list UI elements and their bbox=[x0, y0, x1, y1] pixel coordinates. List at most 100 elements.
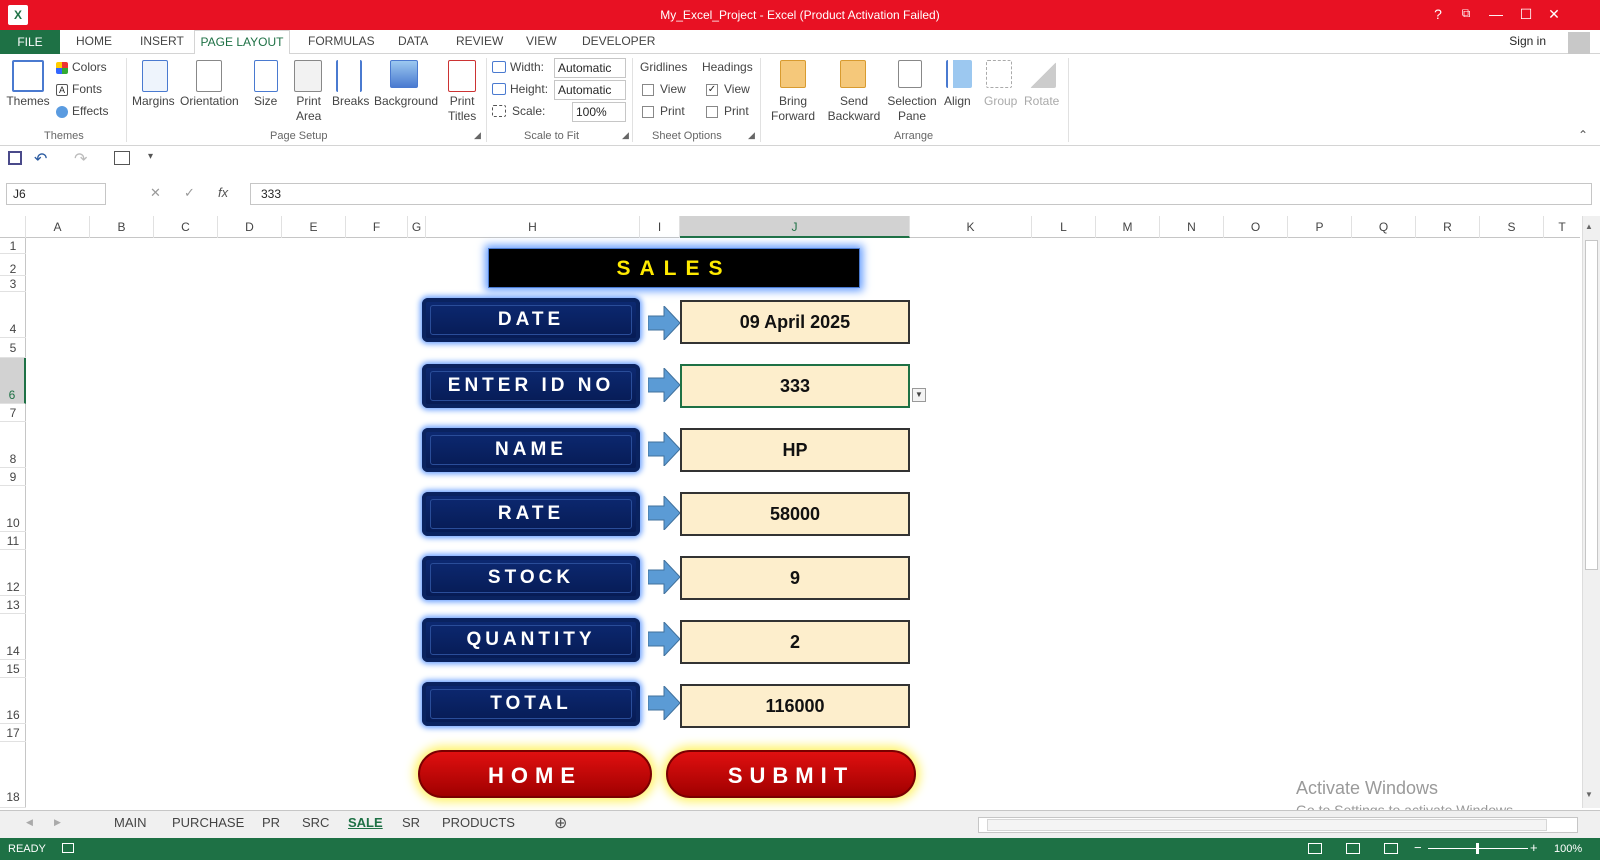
tab-page-layout[interactable]: PAGE LAYOUT bbox=[194, 30, 290, 55]
column-header-selected[interactable]: J bbox=[680, 216, 910, 238]
quantity-value-cell[interactable]: 2 bbox=[680, 620, 910, 664]
row-header[interactable]: 4 bbox=[0, 292, 26, 338]
column-header[interactable]: N bbox=[1160, 216, 1224, 238]
column-header[interactable]: K bbox=[910, 216, 1032, 238]
headings-view-checkbox[interactable]: ✓ bbox=[706, 84, 718, 96]
sheet-tab[interactable]: MAIN bbox=[114, 815, 147, 830]
row-header-selected[interactable]: 6 bbox=[0, 358, 26, 404]
tab-file[interactable]: FILE bbox=[0, 30, 60, 54]
home-button[interactable]: HOME bbox=[418, 750, 652, 798]
row-header[interactable]: 3 bbox=[0, 276, 26, 292]
sheet-tab-active[interactable]: SALE bbox=[348, 815, 383, 830]
row-header[interactable]: 15 bbox=[0, 660, 26, 678]
select-all-corner[interactable] bbox=[0, 216, 26, 238]
macro-recording-icon[interactable] bbox=[62, 843, 74, 853]
column-header[interactable]: R bbox=[1416, 216, 1480, 238]
sheet-tab[interactable]: SR bbox=[402, 815, 420, 830]
column-header[interactable]: T bbox=[1544, 216, 1580, 238]
print-area-button[interactable]: Print Area bbox=[296, 94, 321, 124]
undo-icon[interactable]: ↶ bbox=[34, 149, 47, 169]
group-button[interactable]: Group bbox=[984, 94, 1017, 109]
row-header[interactable]: 5 bbox=[0, 338, 26, 358]
row-header[interactable]: 12 bbox=[0, 550, 26, 596]
normal-view-icon[interactable] bbox=[1308, 843, 1322, 854]
send-backward-button[interactable]: Send Backward bbox=[824, 94, 884, 124]
submit-button[interactable]: SUBMIT bbox=[666, 750, 916, 798]
height-select[interactable]: Automatic bbox=[554, 80, 626, 100]
tab-home[interactable]: HOME bbox=[76, 34, 112, 48]
cell-dropdown-arrow-icon[interactable]: ▼ bbox=[912, 388, 926, 402]
bring-forward-button[interactable]: Bring Forward bbox=[766, 94, 820, 124]
sheet-tab[interactable]: PURCHASE bbox=[172, 815, 244, 830]
tab-developer[interactable]: DEVELOPER bbox=[582, 34, 655, 48]
horizontal-scrollbar[interactable] bbox=[978, 817, 1578, 833]
headings-print-checkbox[interactable] bbox=[706, 106, 718, 118]
zoom-out-icon[interactable]: − bbox=[1414, 840, 1422, 855]
horizontal-scroll-thumb[interactable] bbox=[987, 819, 1547, 831]
cancel-formula-icon[interactable]: ✕ bbox=[150, 185, 161, 201]
column-header[interactable]: O bbox=[1224, 216, 1288, 238]
rate-label-button[interactable]: RATE bbox=[422, 492, 640, 536]
column-header[interactable]: H bbox=[426, 216, 640, 238]
column-header[interactable]: E bbox=[282, 216, 346, 238]
scroll-down-icon[interactable]: ▼ bbox=[1585, 790, 1593, 799]
name-label-button[interactable]: NAME bbox=[422, 428, 640, 472]
rate-value-cell[interactable]: 58000 bbox=[680, 492, 910, 536]
customize-qat-icon[interactable]: ▾ bbox=[148, 151, 153, 162]
prev-sheet-icon[interactable]: ◀ bbox=[26, 817, 33, 828]
row-header[interactable]: 13 bbox=[0, 596, 26, 614]
redo-icon[interactable]: ↷ bbox=[74, 149, 87, 169]
sheet-options-dialog-launcher[interactable]: ◢ bbox=[748, 130, 755, 141]
restore-button[interactable]: ☐ bbox=[1514, 6, 1538, 23]
row-header[interactable]: 18 bbox=[0, 742, 26, 808]
column-header[interactable]: B bbox=[90, 216, 154, 238]
date-value-cell[interactable]: 09 April 2025 bbox=[680, 300, 910, 344]
row-header[interactable]: 11 bbox=[0, 532, 26, 550]
gridlines-view-checkbox[interactable] bbox=[642, 84, 654, 96]
orientation-button[interactable]: Orientation bbox=[180, 94, 239, 109]
colors-button[interactable]: Colors bbox=[72, 60, 107, 75]
enter-formula-icon[interactable]: ✓ bbox=[184, 185, 195, 201]
help-button[interactable]: ? bbox=[1426, 6, 1450, 22]
stock-label-button[interactable]: STOCK bbox=[422, 556, 640, 600]
column-header[interactable]: P bbox=[1288, 216, 1352, 238]
selection-pane-button[interactable]: Selection Pane bbox=[884, 94, 940, 124]
sign-in-link[interactable]: Sign in bbox=[1509, 34, 1546, 48]
date-label-button[interactable]: DATE bbox=[422, 298, 640, 342]
id-value-cell[interactable]: 333 bbox=[680, 364, 910, 408]
sheet-tab[interactable]: PRODUCTS bbox=[442, 815, 515, 830]
tab-review[interactable]: REVIEW bbox=[456, 34, 503, 48]
column-header[interactable]: L bbox=[1032, 216, 1096, 238]
fonts-button[interactable]: Fonts bbox=[72, 82, 102, 97]
gridlines-print-checkbox[interactable] bbox=[642, 106, 654, 118]
save-icon[interactable] bbox=[8, 151, 22, 165]
tab-insert[interactable]: INSERT bbox=[140, 34, 184, 48]
sheet-tab[interactable]: SRC bbox=[302, 815, 329, 830]
row-header[interactable]: 10 bbox=[0, 486, 26, 532]
total-value-cell[interactable]: 116000 bbox=[680, 684, 910, 728]
scale-dialog-launcher[interactable]: ◢ bbox=[622, 130, 629, 141]
tab-view[interactable]: VIEW bbox=[526, 34, 557, 48]
zoom-in-icon[interactable]: + bbox=[1530, 840, 1538, 855]
column-header[interactable]: F bbox=[346, 216, 408, 238]
stock-value-cell[interactable]: 9 bbox=[680, 556, 910, 600]
column-header[interactable]: M bbox=[1096, 216, 1160, 238]
align-button[interactable]: Align bbox=[944, 94, 971, 109]
width-select[interactable]: Automatic bbox=[554, 58, 626, 78]
page-break-view-icon[interactable] bbox=[1384, 843, 1398, 854]
total-label-button[interactable]: TOTAL bbox=[422, 682, 640, 726]
scroll-up-icon[interactable]: ▲ bbox=[1585, 222, 1593, 231]
sheet-tab[interactable]: PR bbox=[262, 815, 280, 830]
page-setup-dialog-launcher[interactable]: ◢ bbox=[474, 130, 481, 141]
next-sheet-icon[interactable]: ▶ bbox=[54, 817, 61, 828]
tab-formulas[interactable]: FORMULAS bbox=[308, 34, 375, 48]
size-button[interactable]: Size bbox=[254, 94, 277, 109]
effects-button[interactable]: Effects bbox=[72, 104, 108, 119]
form-icon[interactable] bbox=[114, 151, 130, 165]
zoom-level[interactable]: 100% bbox=[1554, 843, 1582, 855]
scale-spinner[interactable]: 100% bbox=[572, 102, 626, 122]
avatar[interactable] bbox=[1568, 32, 1590, 54]
row-header[interactable]: 2 bbox=[0, 254, 26, 276]
row-header[interactable]: 8 bbox=[0, 422, 26, 468]
row-header[interactable]: 17 bbox=[0, 724, 26, 742]
